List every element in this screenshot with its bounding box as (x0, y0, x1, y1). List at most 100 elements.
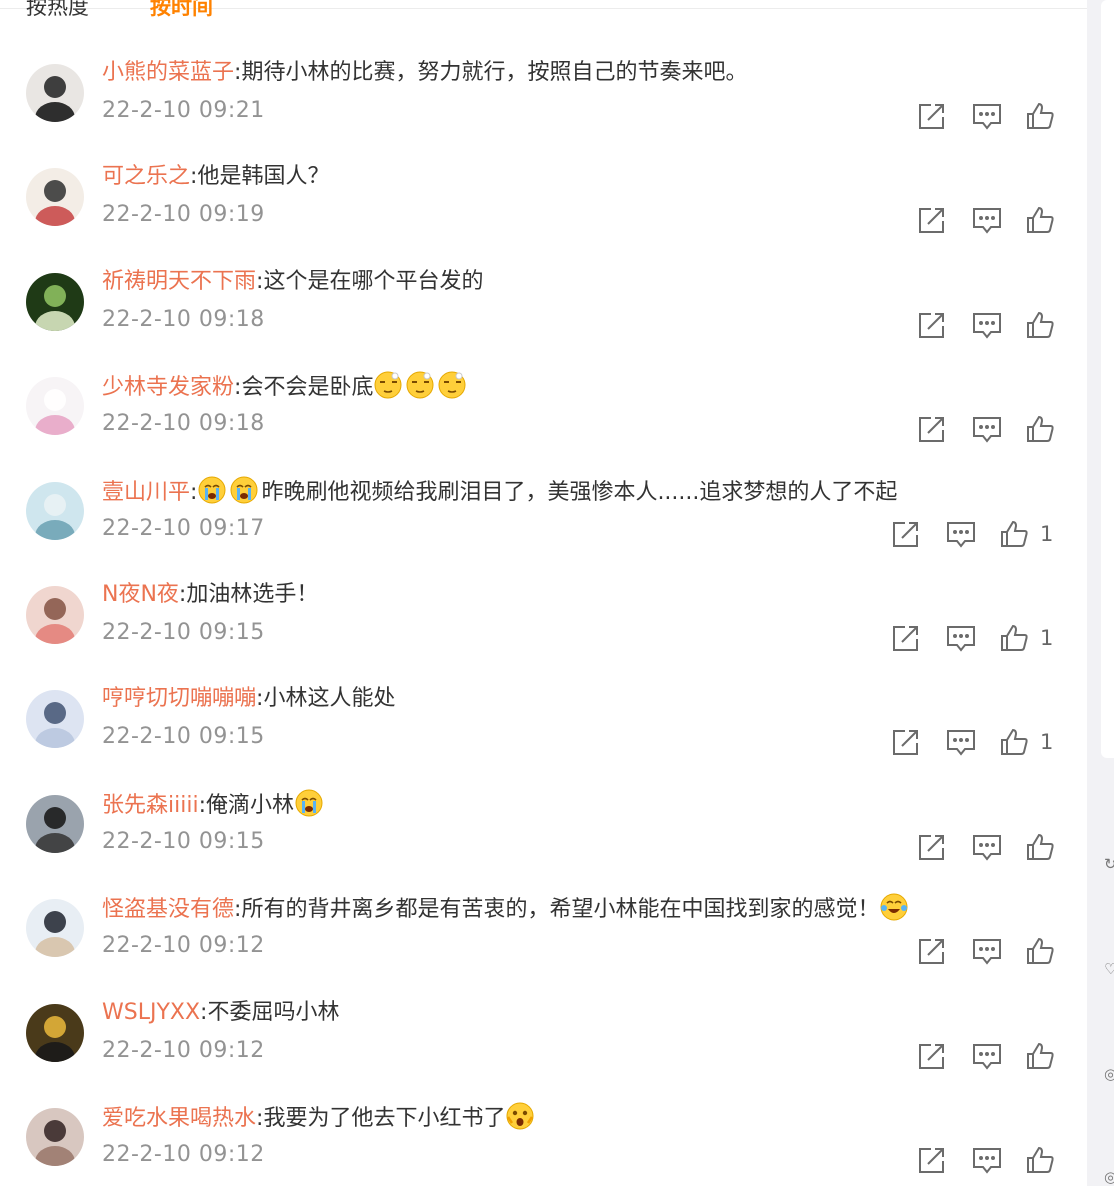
comment-item: 怪盗基没有德:所有的背井离乡都是有苦衷的，希望小林能在中国找到家的感觉！ 22-2… (0, 893, 1087, 1003)
sort-by-time-tab[interactable]: 按时间 (150, 0, 213, 21)
username-link[interactable]: 小熊的菜蓝子 (102, 60, 234, 85)
comment-item: 小熊的菜蓝子:期待小林的比赛，努力就行，按照自己的节奏来吧。 22-2-10 09… (0, 60, 1087, 168)
username-link[interactable]: 张先森iiiii (102, 793, 199, 818)
share-icon[interactable] (916, 831, 948, 863)
comment-icon[interactable] (971, 413, 1003, 445)
username-link[interactable]: N夜N夜 (102, 582, 179, 607)
comment-item: 可之乐之:他是韩国人？ 22-2-10 09:19 (0, 164, 1087, 272)
share-icon[interactable] (890, 518, 922, 550)
dizzy-face-emoji (406, 371, 434, 399)
like-count: 1 (1040, 626, 1054, 650)
avatar[interactable] (26, 586, 84, 644)
comment-line: 壹山川平: 昨晚刷他视频给我刷泪目了，美强惨本人......追求梦想的人了不起 (102, 475, 897, 509)
username-link[interactable]: 少林寺发家粉 (102, 375, 234, 400)
timestamp: 22-2-10 09:18 (102, 411, 265, 436)
username-link[interactable]: 爱吃水果喝热水 (102, 1106, 256, 1131)
separator: : (198, 793, 206, 818)
share-icon[interactable] (916, 413, 948, 445)
comment-text: 这个是在哪个平台发的 (263, 269, 484, 294)
like-icon[interactable] (1024, 935, 1056, 967)
avatar[interactable] (26, 377, 84, 435)
sort-by-hot-tab[interactable]: 按热度 (26, 0, 89, 21)
comment-line: 张先森iiiii:俺滴小林 (102, 788, 326, 822)
comment-text: 昨晚刷他视频给我刷泪目了，美强惨本人......追求梦想的人了不起 (261, 480, 898, 505)
comment-icon[interactable] (971, 100, 1003, 132)
username-link[interactable]: 壹山川平 (102, 480, 190, 505)
comment-icon[interactable] (945, 622, 977, 654)
comment-icon[interactable] (971, 831, 1003, 863)
avatar[interactable] (26, 795, 84, 853)
comment-text: 我要为了他去下小红书了 (263, 1106, 506, 1131)
comment-line: 祈祷明天不下雨:这个是在哪个平台发的 (102, 266, 483, 298)
avatar[interactable] (26, 64, 84, 122)
like-icon[interactable] (998, 726, 1030, 758)
avatar[interactable] (26, 1004, 84, 1062)
comment-item: WSLJYXX:不委屈吗小林 22-2-10 09:12 (0, 1000, 1087, 1108)
avatar[interactable] (26, 1108, 84, 1166)
share-icon[interactable] (916, 935, 948, 967)
comment-line: WSLJYXX:不委屈吗小林 (102, 997, 339, 1029)
comment-icon[interactable] (945, 518, 977, 550)
like-icon[interactable] (1024, 309, 1056, 341)
share-icon[interactable] (890, 622, 922, 654)
comment-icon[interactable] (971, 935, 1003, 967)
timestamp: 22-2-10 09:12 (102, 1038, 265, 1063)
comment-item: 少林寺发家粉:会不会是卧底 22-2-10 09:18 (0, 371, 1087, 481)
timestamp: 22-2-10 09:15 (102, 620, 265, 645)
like-icon[interactable] (1024, 1040, 1056, 1072)
comment-line: 少林寺发家粉:会不会是卧底 (102, 370, 469, 404)
screaming-face-emoji (506, 1102, 534, 1130)
username-link[interactable]: WSLJYXX (102, 1000, 200, 1025)
share-icon[interactable] (890, 726, 922, 758)
comment-icon[interactable] (971, 309, 1003, 341)
comment-icon[interactable] (971, 204, 1003, 236)
side-icon[interactable]: ◎ (1104, 1168, 1114, 1186)
comment-text: 俺滴小林 (205, 793, 294, 818)
timestamp: 22-2-10 09:12 (102, 1142, 265, 1167)
username-link[interactable]: 哼哼切切嘣嘣嘣 (102, 686, 256, 711)
share-icon[interactable] (916, 204, 948, 236)
share-icon[interactable] (916, 309, 948, 341)
comment-text: 加油林选手！ (186, 582, 319, 607)
comment-line: N夜N夜:加油林选手！ (102, 579, 318, 611)
avatar[interactable] (26, 168, 84, 226)
comment-item: 爱吃水果喝热水:我要为了他去下小红书了 22-2-10 09:12 (0, 1102, 1087, 1186)
comment-text: 期待小林的比赛，努力就行，按照自己的节奏来吧。 (241, 60, 748, 85)
like-icon[interactable] (998, 622, 1030, 654)
avatar[interactable] (26, 899, 84, 957)
timestamp: 22-2-10 09:19 (102, 202, 265, 227)
side-icon[interactable]: ◎ (1104, 1065, 1114, 1083)
share-icon[interactable] (916, 1144, 948, 1176)
like-icon[interactable] (1024, 1144, 1056, 1176)
like-icon[interactable] (1024, 100, 1056, 132)
comment-item: N夜N夜:加油林选手！ 22-2-10 09:15 1 (0, 582, 1087, 690)
like-icon[interactable] (1024, 413, 1056, 445)
timestamp: 22-2-10 09:18 (102, 307, 265, 332)
timestamp: 22-2-10 09:15 (102, 829, 265, 854)
right-card (1101, 0, 1114, 758)
avatar[interactable] (26, 690, 84, 748)
username-link[interactable]: 可之乐之 (102, 164, 190, 189)
comment-item: 哼哼切切嘣嘣嘣:小林这人能处 22-2-10 09:15 1 (0, 686, 1087, 794)
avatar[interactable] (26, 482, 84, 540)
comment-text: 所有的背井离乡都是有苦衷的，希望小林能在中国找到家的感觉！ (241, 897, 880, 922)
like-icon[interactable] (998, 518, 1030, 550)
like-icon[interactable] (1024, 204, 1056, 236)
avatar[interactable] (26, 273, 84, 331)
comment-icon[interactable] (971, 1144, 1003, 1176)
comment-line: 可之乐之:他是韩国人？ (102, 161, 329, 193)
username-link[interactable]: 祈祷明天不下雨 (102, 269, 256, 294)
share-icon[interactable] (916, 100, 948, 132)
like-icon[interactable] (1024, 831, 1056, 863)
side-icon[interactable]: ↻ (1104, 855, 1114, 873)
share-icon[interactable] (916, 1040, 948, 1072)
timestamp: 22-2-10 09:15 (102, 724, 265, 749)
comment-icon[interactable] (971, 1040, 1003, 1072)
timestamp: 22-2-10 09:12 (102, 933, 265, 958)
like-count: 1 (1040, 522, 1054, 546)
tears-of-joy-face-emoji (880, 893, 908, 921)
side-icon[interactable]: ♡ (1104, 960, 1114, 978)
username-link[interactable]: 怪盗基没有德 (102, 897, 234, 922)
comment-text: 不委屈吗小林 (207, 1000, 340, 1025)
comment-icon[interactable] (945, 726, 977, 758)
